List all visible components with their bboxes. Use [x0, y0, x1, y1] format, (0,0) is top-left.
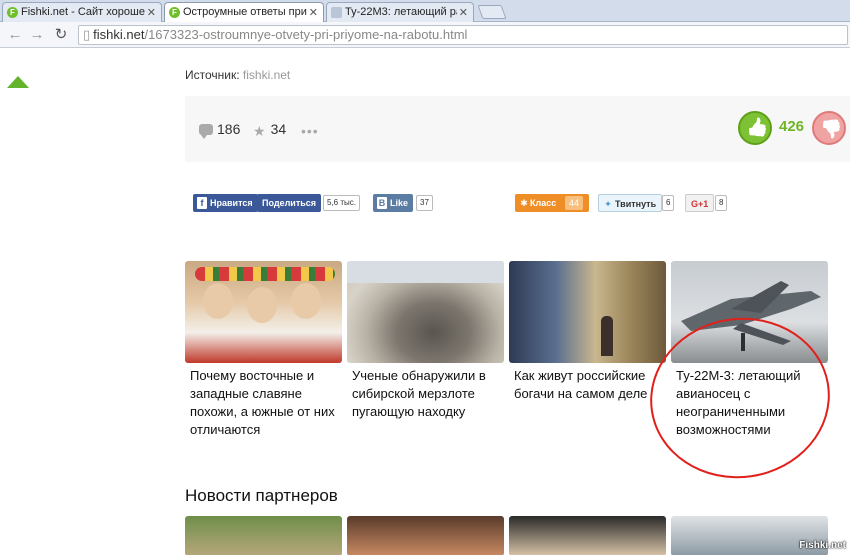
address-bar[interactable]: ▯ fishki.net/1673323-ostroumnye-otvety-pr… — [78, 25, 848, 45]
rich-interior-thumbnail — [509, 261, 666, 363]
tw-count: 6 — [662, 195, 675, 211]
comments-count: 186 — [217, 121, 241, 137]
tw-label: Твитнуть — [615, 199, 657, 209]
url-path: /1673323-ostroumnye-otvety-pri-priyome-n… — [144, 27, 468, 42]
tab-label: Fishki.net - Сайт хорошего — [21, 6, 145, 18]
watermark-logo: Fishki.net — [799, 540, 846, 551]
fb-count: 5,6 тыс. — [323, 195, 360, 211]
article-source: Источник: fishki.net — [185, 68, 290, 82]
siberian-crater-thumbnail — [347, 261, 504, 363]
vk-like-button[interactable]: B Like — [373, 194, 414, 212]
odnoklassniki-icon: ✱ — [520, 198, 528, 208]
thumbs-up-button[interactable] — [738, 111, 772, 145]
rating-count: 426 — [779, 118, 805, 135]
browser-tab-strip: F Fishki.net - Сайт хорошего ✕ F Остроум… — [0, 0, 850, 22]
close-icon[interactable]: ✕ — [309, 6, 318, 19]
close-icon[interactable]: ✕ — [459, 6, 468, 19]
tab-tu22[interactable]: Ту-22М3: летающий ракет ✕ — [326, 2, 474, 22]
slavic-women-thumbnail — [185, 261, 342, 363]
related-title[interactable]: Как живут российские богачи на самом дел… — [509, 367, 666, 403]
favorites-count: 34 — [270, 121, 287, 137]
related-title[interactable]: Почему восточные и западные славяне похо… — [185, 367, 342, 439]
star-icon: ★ — [253, 123, 266, 139]
source-link[interactable]: fishki.net — [243, 68, 290, 82]
page-content: Источник: fishki.net 186 ★34 ••• 426 fНр… — [0, 48, 850, 555]
vk-count: 37 — [416, 195, 433, 211]
partner-card[interactable] — [347, 516, 504, 555]
facebook-like-button[interactable]: f Нравится — [193, 194, 258, 212]
back-arrow-icon[interactable]: ← — [6, 26, 24, 44]
comment-bubble-icon — [199, 124, 213, 139]
twitter-tweet-button[interactable]: ✦ Твитнуть — [598, 194, 663, 212]
scroll-up-arrow-icon[interactable] — [7, 76, 29, 88]
ok-label: Класс — [530, 198, 557, 208]
google-plus-button[interactable]: G+1 — [685, 194, 715, 212]
browser-toolbar: ← → ↻ ▯ fishki.net/1673323-ostroumnye-otv… — [0, 22, 850, 48]
url-host: fishki.net — [93, 27, 145, 42]
related-card[interactable]: Как живут российские богачи на самом дел… — [509, 261, 666, 403]
tab-fishki-home[interactable]: F Fishki.net - Сайт хорошего ✕ — [2, 2, 162, 22]
forward-arrow-icon[interactable]: → — [28, 26, 46, 44]
related-card[interactable]: Почему восточные и западные славяне похо… — [185, 261, 342, 439]
partners-section-title: Новости партнеров — [185, 486, 338, 505]
vk-like-label: Like — [390, 198, 409, 208]
related-card[interactable]: Ученые обнаружили в сибирской мерзлоте п… — [347, 261, 504, 421]
tab-current-article[interactable]: F Остроумные ответы при пр ✕ — [164, 2, 324, 22]
thumbs-down-button[interactable] — [812, 111, 846, 145]
vk-icon: B — [377, 197, 387, 209]
partner-card[interactable] — [185, 516, 342, 555]
reload-icon[interactable]: ↻ — [52, 26, 70, 44]
blank-page-icon — [331, 7, 342, 18]
gp-label: G+1 — [691, 199, 709, 209]
new-tab-button[interactable] — [477, 5, 507, 19]
fb-like-label: Нравится — [210, 198, 253, 208]
fb-share-label: Поделиться — [262, 198, 317, 208]
fishki-favicon-icon: F — [169, 7, 180, 18]
source-label: Источник: — [185, 68, 240, 82]
close-icon[interactable]: ✕ — [147, 6, 156, 19]
facebook-share-button[interactable]: Поделиться — [257, 194, 322, 212]
favorites-stat[interactable]: ★ 34 — [253, 121, 286, 140]
more-options-icon[interactable]: ••• — [301, 123, 319, 139]
related-title[interactable]: Ученые обнаружили в сибирской мерзлоте п… — [347, 367, 504, 421]
tab-label: Остроумные ответы при пр — [183, 6, 307, 18]
ok-count: 44 — [565, 196, 584, 210]
fishki-favicon-icon: F — [7, 7, 18, 18]
page-icon: ▯ — [83, 27, 91, 42]
twitter-bird-icon: ✦ — [604, 199, 612, 209]
gp-count: 8 — [715, 195, 728, 211]
article-stats-panel: 186 ★34 ••• 426 — [185, 96, 850, 162]
comments-stat[interactable]: 186 — [199, 121, 241, 139]
tab-label: Ту-22М3: летающий ракет — [345, 6, 457, 18]
partner-card[interactable] — [509, 516, 666, 555]
facebook-icon: f — [197, 197, 207, 209]
